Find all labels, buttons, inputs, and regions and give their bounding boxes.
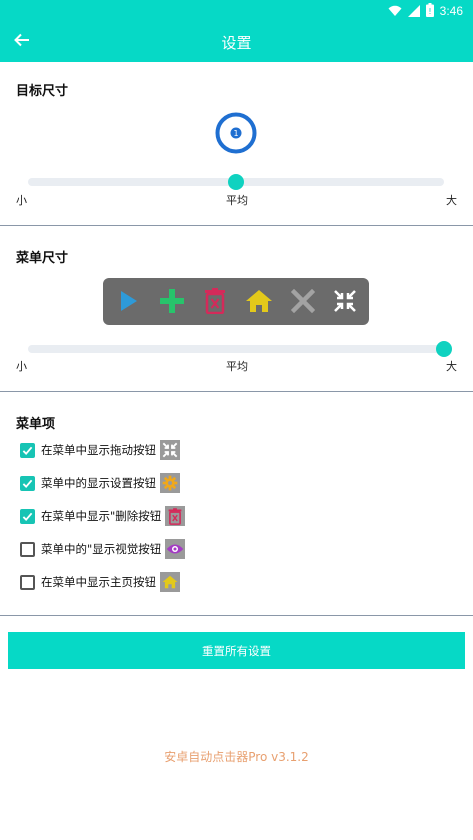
checkbox[interactable] xyxy=(20,475,35,491)
target-icon: 1 xyxy=(215,112,257,154)
menu-size-min-label: 小 xyxy=(16,360,27,373)
app-bar: 设置 xyxy=(0,22,473,62)
menu-item-row[interactable]: 在菜单中显示拖动按钮 xyxy=(20,439,180,461)
menu-size-slider-thumb[interactable] xyxy=(436,341,452,357)
reset-all-settings-button[interactable]: 重置所有设置 xyxy=(8,632,465,669)
checkbox[interactable] xyxy=(20,442,35,458)
divider xyxy=(0,225,473,226)
trash-icon xyxy=(200,286,230,316)
signal-icon xyxy=(407,2,420,21)
collapse-icon xyxy=(330,286,360,316)
checkbox[interactable] xyxy=(20,574,35,590)
play-icon xyxy=(113,286,143,316)
svg-text:1: 1 xyxy=(233,129,238,138)
gear-icon xyxy=(160,473,180,493)
target-size-mid-label: 平均 xyxy=(226,194,248,207)
checkbox[interactable] xyxy=(20,541,35,557)
checkbox-label: 在菜单中显示主页按钮 xyxy=(41,575,156,589)
trash-icon xyxy=(165,506,186,526)
divider xyxy=(0,615,473,616)
home-icon xyxy=(160,572,180,592)
svg-text:!: ! xyxy=(428,7,431,16)
checkbox-label: 菜单中的"显示视觉按钮 xyxy=(41,542,162,556)
check-icon xyxy=(22,446,33,455)
menu-item-row[interactable]: 菜单中的显示设置按钮 xyxy=(20,472,180,494)
menu-item-row[interactable]: 在菜单中显示"删除按钮 xyxy=(20,505,186,527)
target-size-min-label: 小 xyxy=(16,194,27,207)
divider xyxy=(0,391,473,392)
target-size-max-label: 大 xyxy=(446,194,457,207)
checkbox-label: 菜单中的显示设置按钮 xyxy=(41,476,156,490)
menu-size-max-label: 大 xyxy=(446,360,457,373)
checkbox-label: 在菜单中显示拖动按钮 xyxy=(41,443,156,457)
target-size-title: 目标尺寸 xyxy=(16,84,69,99)
menu-size-title: 菜单尺寸 xyxy=(16,251,69,266)
plus-icon xyxy=(157,286,187,316)
target-size-slider-thumb[interactable] xyxy=(228,174,244,190)
checkbox-label: 在菜单中显示"删除按钮 xyxy=(41,509,162,523)
menu-items-title: 菜单项 xyxy=(16,417,56,432)
menu-size-slider[interactable] xyxy=(28,345,444,353)
status-bar: ! 3:46 xyxy=(0,0,473,22)
check-icon xyxy=(22,512,33,521)
page-title: 设置 xyxy=(221,34,252,52)
wifi-icon xyxy=(388,2,402,21)
menu-item-row[interactable]: 菜单中的"显示视觉按钮 xyxy=(20,538,186,560)
check-icon xyxy=(22,479,33,488)
status-time: 3:46 xyxy=(439,4,463,18)
menu-preview xyxy=(103,278,369,325)
menu-item-row[interactable]: 在菜单中显示主页按钮 xyxy=(20,571,180,593)
collapse-icon xyxy=(160,440,180,460)
version-label: 安卓自动点击器Pro v3.1.2 xyxy=(164,750,309,764)
home-icon xyxy=(244,286,274,316)
close-icon xyxy=(288,286,318,316)
eye-icon xyxy=(165,539,186,559)
checkbox[interactable] xyxy=(20,508,35,524)
menu-size-mid-label: 平均 xyxy=(226,360,248,373)
battery-icon: ! xyxy=(425,2,434,21)
